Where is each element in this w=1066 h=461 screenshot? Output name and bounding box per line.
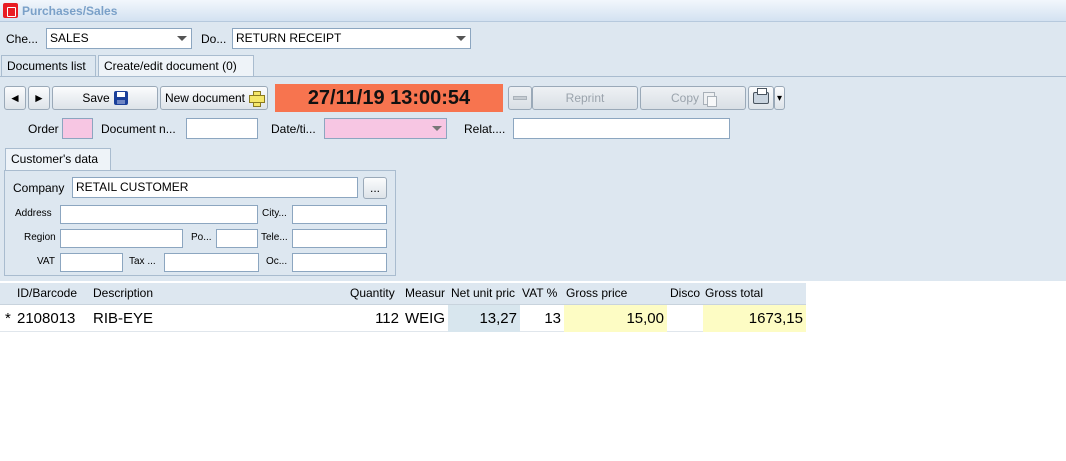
printer-icon: [753, 88, 769, 104]
postcode-field[interactable]: [216, 229, 258, 248]
reprint-button[interactable]: Reprint: [532, 86, 638, 110]
related-label: Relat....: [464, 122, 506, 136]
column-header-net-unit-price[interactable]: Net unit pric: [451, 286, 518, 300]
datetime-display: 27/11/19 13:00:54: [275, 84, 503, 112]
doc-type-value: RETURN RECEIPT: [236, 31, 342, 45]
column-header-discount[interactable]: Disco: [670, 286, 702, 300]
copy-label: Copy: [670, 91, 699, 105]
chevron-down-icon: ▾: [776, 92, 783, 104]
column-header-gross-price[interactable]: Gross price: [566, 286, 666, 300]
checkout-value: SALES: [50, 31, 89, 45]
save-button[interactable]: Save: [52, 86, 158, 110]
doc-type-select[interactable]: RETURN RECEIPT: [232, 28, 471, 49]
copy-button[interactable]: Copy: [640, 86, 746, 110]
tab-divider: [0, 76, 1066, 77]
postcode-label: Po...: [191, 232, 212, 243]
browse-company-button[interactable]: ...: [363, 177, 387, 199]
checkout-select[interactable]: SALES: [46, 28, 192, 49]
copy-icon: [703, 91, 717, 107]
minus-icon: [513, 96, 527, 100]
column-header-description[interactable]: Description: [93, 286, 343, 300]
print-button[interactable]: [748, 86, 774, 110]
checkout-label: Che...: [6, 32, 39, 46]
related-field[interactable]: [513, 118, 730, 139]
telephone-label: Tele...: [261, 232, 288, 243]
arrow-left-icon: ◄: [9, 91, 21, 105]
tax-label: Tax ...: [129, 256, 156, 267]
browse-label: ...: [369, 181, 380, 195]
region-field[interactable]: [60, 229, 183, 248]
chevron-down-icon: [432, 126, 442, 131]
floppy-disk-icon: [113, 91, 128, 105]
chevron-down-icon: [456, 36, 466, 41]
new-document-button[interactable]: New document: [160, 86, 268, 110]
address-label: Address: [15, 208, 52, 219]
remove-button[interactable]: [508, 86, 532, 110]
reprint-label: Reprint: [565, 91, 605, 105]
window-title: Purchases/Sales: [22, 4, 118, 18]
document-number-label: Document n...: [101, 122, 176, 136]
order-field[interactable]: [62, 118, 93, 139]
datetime-field[interactable]: [324, 118, 447, 139]
vat-field[interactable]: [60, 253, 123, 272]
tab-customer-data[interactable]: Customer's data: [5, 148, 111, 170]
datetime-label: Date/ti...: [271, 122, 316, 136]
address-field[interactable]: [60, 205, 258, 224]
company-field[interactable]: RETAIL CUSTOMER: [72, 177, 358, 198]
next-button[interactable]: ►: [28, 86, 50, 110]
cell-id[interactable]: 2108013: [17, 305, 89, 332]
cell-description[interactable]: RIB-EYE: [93, 305, 343, 332]
cell-net-unit-price[interactable]: 13,27: [448, 305, 520, 332]
vat-label: VAT: [37, 256, 55, 267]
tab-documents-list[interactable]: Documents list: [1, 55, 96, 77]
new-document-label: New document: [164, 91, 246, 105]
cell-discount[interactable]: [667, 305, 703, 332]
city-label: City...: [262, 208, 287, 219]
telephone-field[interactable]: [292, 229, 387, 248]
column-header-quantity[interactable]: Quantity: [350, 286, 402, 300]
title-bar: Purchases/Sales: [0, 0, 1066, 22]
print-options-button[interactable]: ▾: [774, 86, 785, 110]
order-label: Order: [28, 122, 59, 136]
company-label: Company: [13, 181, 65, 195]
arrow-right-icon: ►: [33, 91, 45, 105]
cell-vat[interactable]: 13: [520, 305, 564, 332]
city-field[interactable]: [292, 205, 387, 224]
cell-gross-total[interactable]: 1673,15: [703, 305, 806, 332]
doc-type-label: Do...: [201, 32, 227, 46]
column-header-gross-total[interactable]: Gross total: [705, 286, 805, 300]
column-header-vat[interactable]: VAT %: [522, 286, 564, 300]
tax-field[interactable]: [164, 253, 259, 272]
row-marker: *: [5, 310, 11, 327]
cell-measure[interactable]: WEIG: [405, 305, 448, 332]
prev-button[interactable]: ◄: [4, 86, 26, 110]
oc-field[interactable]: [292, 253, 387, 272]
plus-icon: [249, 91, 266, 107]
cell-quantity[interactable]: 112: [347, 305, 402, 332]
cell-gross-price[interactable]: 15,00: [564, 305, 667, 332]
app-icon: [3, 3, 18, 18]
column-header-measure[interactable]: Measur: [405, 286, 447, 300]
save-label: Save: [82, 91, 110, 105]
region-label: Region: [24, 232, 56, 243]
oc-label: Oc...: [266, 256, 288, 267]
document-number-field[interactable]: [186, 118, 258, 139]
chevron-down-icon: [177, 36, 187, 41]
tab-create-edit-document[interactable]: Create/edit document (0): [98, 55, 254, 77]
column-header-id[interactable]: ID/Barcode: [17, 286, 89, 300]
